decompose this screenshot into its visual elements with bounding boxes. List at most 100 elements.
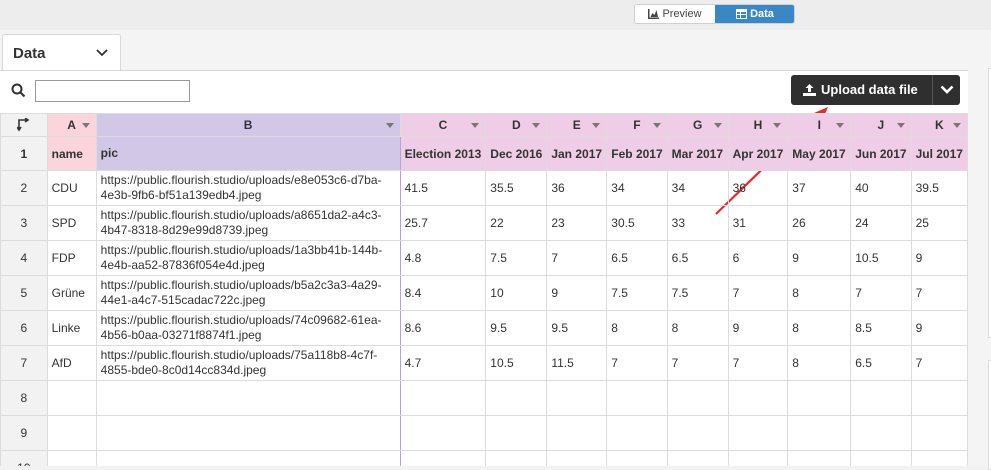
table-cell[interactable]: 7.5 xyxy=(666,275,729,311)
table-cell[interactable]: 41.5 xyxy=(399,170,487,206)
table-cell[interactable]: 10.5 xyxy=(485,345,548,381)
table-cell[interactable]: 7 xyxy=(910,345,968,381)
table-cell[interactable] xyxy=(546,415,608,451)
table-cell[interactable]: 37 xyxy=(787,170,852,206)
chevron-down-icon[interactable] xyxy=(896,123,905,128)
column-title-cell[interactable]: Dec 2016 xyxy=(485,136,548,171)
chevron-down-icon[interactable] xyxy=(96,49,108,57)
column-title-cell[interactable]: May 2017 xyxy=(787,136,852,171)
table-cell[interactable] xyxy=(606,415,668,451)
table-cell[interactable]: 7.5 xyxy=(606,275,668,311)
table-cell[interactable]: 6.5 xyxy=(666,240,729,276)
table-cell[interactable]: 7 xyxy=(666,345,729,381)
tab-data[interactable]: Data xyxy=(2,34,121,71)
table-cell[interactable] xyxy=(546,380,608,416)
column-title-cell[interactable]: name xyxy=(46,136,97,171)
column-header-j[interactable]: J xyxy=(850,113,912,137)
column-title-cell[interactable]: pic xyxy=(95,136,401,171)
chevron-down-icon[interactable] xyxy=(81,123,90,128)
table-cell[interactable]: https://public.flourish.studio/uploads/7… xyxy=(95,310,401,346)
chevron-down-icon[interactable] xyxy=(532,123,541,128)
table-cell[interactable]: 9 xyxy=(546,275,608,311)
table-cell[interactable]: 24 xyxy=(850,205,912,241)
table-cell[interactable]: https://public.flourish.studio/uploads/e… xyxy=(95,170,401,206)
chevron-down-icon[interactable] xyxy=(713,123,722,128)
table-cell[interactable]: 11.5 xyxy=(546,345,608,381)
table-cell[interactable]: 8 xyxy=(787,310,852,346)
table-cell[interactable] xyxy=(46,450,97,466)
column-title-cell[interactable]: Jul 2017 xyxy=(910,136,968,171)
table-cell[interactable]: 9.5 xyxy=(546,310,608,346)
column-header-b[interactable]: B xyxy=(95,113,401,137)
table-cell[interactable]: https://public.flourish.studio/uploads/b… xyxy=(95,275,401,311)
table-cell[interactable] xyxy=(666,450,729,466)
upload-options-dropdown[interactable] xyxy=(932,75,960,105)
table-cell[interactable]: 7 xyxy=(910,275,968,311)
table-cell[interactable]: 7 xyxy=(727,345,789,381)
table-cell[interactable]: 7 xyxy=(606,345,668,381)
table-cell[interactable]: https://public.flourish.studio/uploads/7… xyxy=(95,345,401,381)
table-cell[interactable] xyxy=(910,415,968,451)
table-cell[interactable] xyxy=(399,450,487,466)
table-cell[interactable]: 4.8 xyxy=(399,240,487,276)
table-cell[interactable] xyxy=(606,450,668,466)
column-header-k[interactable]: K xyxy=(910,113,968,137)
column-header-d[interactable]: D xyxy=(485,113,548,137)
table-cell[interactable]: 8 xyxy=(666,310,729,346)
table-cell[interactable] xyxy=(850,450,912,466)
table-cell[interactable]: CDU xyxy=(46,170,97,206)
table-cell[interactable] xyxy=(910,380,968,416)
table-cell[interactable] xyxy=(46,380,97,416)
table-cell[interactable]: 9 xyxy=(910,240,968,276)
table-cell[interactable]: 10 xyxy=(485,275,548,311)
table-cell[interactable]: 9.5 xyxy=(485,310,548,346)
table-cell[interactable] xyxy=(727,450,789,466)
table-cell[interactable] xyxy=(787,450,852,466)
table-cell[interactable] xyxy=(399,415,487,451)
table-cell[interactable]: 23 xyxy=(546,205,608,241)
table-cell[interactable]: 7 xyxy=(850,275,912,311)
table-cell[interactable]: 36 xyxy=(546,170,608,206)
column-header-c[interactable]: C xyxy=(399,113,487,137)
column-header-a[interactable]: A xyxy=(46,113,97,137)
table-cell[interactable]: SPD xyxy=(46,205,97,241)
table-cell[interactable]: 22 xyxy=(485,205,548,241)
table-cell[interactable] xyxy=(850,415,912,451)
table-cell[interactable]: Linke xyxy=(46,310,97,346)
chevron-down-icon[interactable] xyxy=(953,123,961,128)
table-cell[interactable]: 8.6 xyxy=(399,310,487,346)
table-cell[interactable]: 40 xyxy=(850,170,912,206)
table-cell[interactable]: 36 xyxy=(727,170,789,206)
column-title-cell[interactable]: Election 2013 xyxy=(399,136,487,171)
table-cell[interactable]: 9 xyxy=(787,240,852,276)
table-cell[interactable]: 9 xyxy=(727,310,789,346)
table-cell[interactable] xyxy=(910,450,968,466)
table-cell[interactable]: 25.7 xyxy=(399,205,487,241)
table-cell[interactable]: 7 xyxy=(546,240,608,276)
table-cell[interactable] xyxy=(666,380,729,416)
table-cell[interactable]: FDP xyxy=(46,240,97,276)
table-cell[interactable] xyxy=(485,415,548,451)
column-title-cell[interactable]: Jun 2017 xyxy=(850,136,912,171)
chevron-down-icon[interactable] xyxy=(592,123,601,128)
table-cell[interactable] xyxy=(546,450,608,466)
table-cell[interactable]: 6.5 xyxy=(606,240,668,276)
table-cell[interactable]: https://public.flourish.studio/uploads/1… xyxy=(95,240,401,276)
column-title-cell[interactable]: Feb 2017 xyxy=(606,136,668,171)
table-cell[interactable] xyxy=(485,450,548,466)
table-cell[interactable]: 9 xyxy=(910,310,968,346)
preview-button[interactable]: Preview xyxy=(635,5,715,23)
table-cell[interactable] xyxy=(399,380,487,416)
table-cell[interactable]: AfD xyxy=(46,345,97,381)
table-cell[interactable]: 30.5 xyxy=(606,205,668,241)
table-cell[interactable]: 31 xyxy=(727,205,789,241)
upload-data-file-button[interactable]: Upload data file xyxy=(791,75,932,105)
search-input[interactable] xyxy=(35,80,190,102)
table-cell[interactable]: Grüne xyxy=(46,275,97,311)
select-all-corner[interactable] xyxy=(0,113,48,137)
chevron-down-icon[interactable] xyxy=(773,123,782,128)
chevron-down-icon[interactable] xyxy=(385,123,394,128)
table-cell[interactable]: 25 xyxy=(910,205,968,241)
column-header-h[interactable]: H xyxy=(727,113,789,137)
table-cell[interactable] xyxy=(485,380,548,416)
